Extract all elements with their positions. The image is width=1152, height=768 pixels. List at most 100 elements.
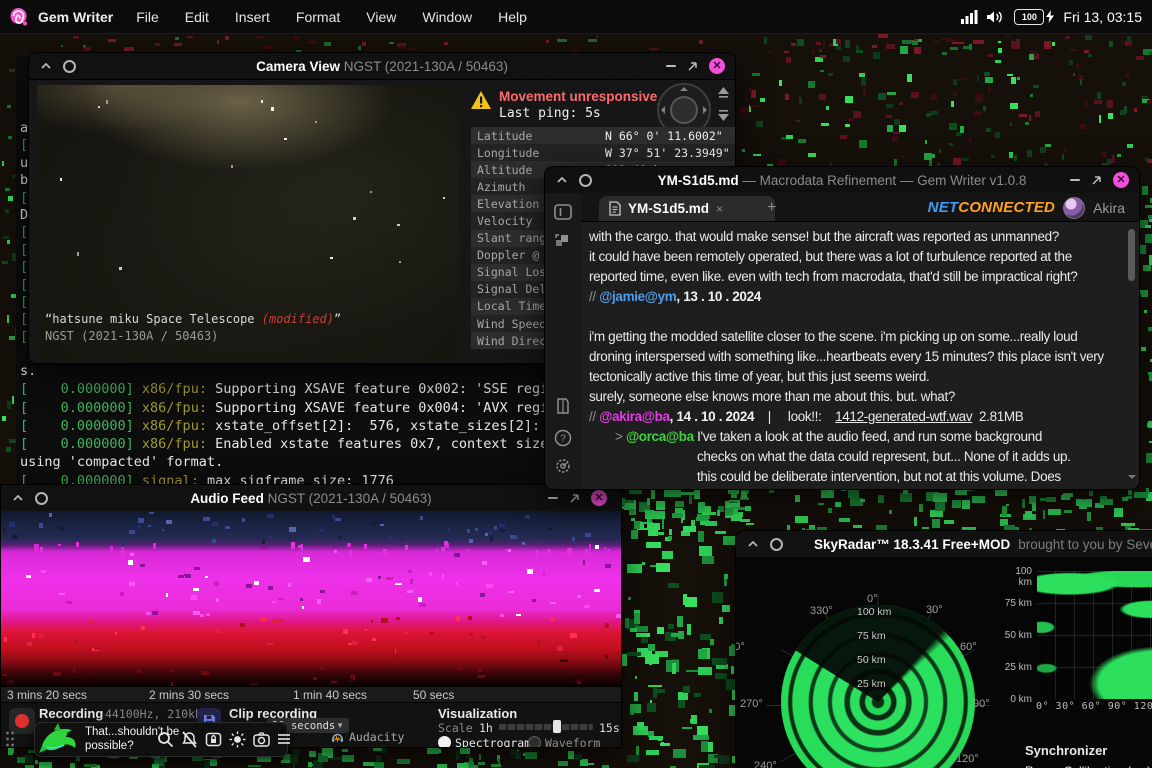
pages-icon[interactable] bbox=[554, 397, 572, 415]
new-tab-button[interactable]: + bbox=[767, 199, 776, 217]
shade-icon[interactable] bbox=[41, 63, 51, 69]
volume-icon[interactable] bbox=[987, 10, 1005, 24]
tab-ym-s1d5[interactable]: YM-S1d5.md × bbox=[599, 196, 775, 221]
radar-titlebar[interactable]: SkyRadar™ 18.3.41 Free+MODbrought to you… bbox=[736, 531, 1152, 558]
brightness-icon[interactable] bbox=[229, 731, 246, 748]
dpad-right-icon[interactable] bbox=[703, 106, 707, 114]
close-button[interactable]: ✕ bbox=[591, 490, 607, 506]
attachment-link[interactable]: 1412-generated-wtf.wav bbox=[835, 409, 972, 424]
slider-thumb[interactable] bbox=[553, 720, 561, 733]
bg-pixel bbox=[955, 489, 967, 494]
spectro-noise bbox=[405, 545, 408, 549]
menu-window[interactable]: Window bbox=[422, 9, 472, 25]
battery-indicator[interactable]: 100 bbox=[1014, 9, 1054, 25]
scrollbar[interactable] bbox=[1126, 223, 1137, 485]
spectrogram-radio[interactable] bbox=[438, 736, 451, 748]
minimize-button[interactable] bbox=[548, 497, 558, 499]
spectro-noise bbox=[589, 544, 591, 551]
waveform-radio[interactable] bbox=[528, 736, 541, 748]
drag-handle[interactable] bbox=[5, 730, 16, 748]
charging-bolt-icon bbox=[1046, 10, 1054, 23]
sidebar-toggle-icon[interactable] bbox=[554, 203, 572, 221]
spectro-noise bbox=[575, 679, 582, 682]
spectro-noise bbox=[90, 620, 93, 623]
menu-icon[interactable] bbox=[277, 732, 291, 746]
spectro-noise bbox=[170, 669, 174, 672]
text-segment: , 14 . 10 . 2024 bbox=[670, 409, 754, 424]
audacity-app-label[interactable]: Audacity bbox=[331, 730, 404, 744]
restore-button[interactable] bbox=[1091, 175, 1102, 186]
pin-icon[interactable] bbox=[35, 492, 48, 505]
menu-help[interactable]: Help bbox=[498, 9, 527, 25]
pin-icon[interactable] bbox=[63, 60, 76, 73]
settings-gear-icon[interactable] bbox=[554, 457, 572, 475]
spectro-noise bbox=[3, 674, 8, 676]
tab-close-icon[interactable]: × bbox=[716, 202, 723, 216]
spectro-noise bbox=[478, 675, 485, 678]
document-content[interactable]: with the cargo. that would make sense! b… bbox=[589, 227, 1125, 483]
menu-edit[interactable]: Edit bbox=[185, 9, 209, 25]
audio-titlebar[interactable]: Audio Feed NGST (2021-130A / 50463) ✕ bbox=[1, 485, 621, 512]
shade-icon[interactable] bbox=[557, 177, 567, 183]
terminal-edge-char: a bbox=[20, 120, 28, 137]
bg-pixel bbox=[398, 46, 406, 49]
bg-pixel bbox=[699, 40, 703, 43]
menu-insert[interactable]: Insert bbox=[235, 9, 270, 25]
dpad-up-icon[interactable] bbox=[680, 87, 688, 91]
spectro-noise bbox=[319, 529, 323, 532]
restore-button[interactable] bbox=[687, 61, 698, 72]
dpad-knob[interactable] bbox=[670, 96, 698, 124]
menu-view[interactable]: View bbox=[366, 9, 396, 25]
shade-icon[interactable] bbox=[13, 495, 23, 501]
scale-slider[interactable] bbox=[499, 724, 593, 730]
bg-pixel bbox=[460, 748, 470, 754]
range-calibration-label[interactable]: Range Callibration (cm) bbox=[1025, 764, 1151, 768]
zoom-in-button[interactable] bbox=[716, 85, 731, 100]
bg-pixel bbox=[689, 494, 692, 504]
spectro-noise bbox=[500, 529, 505, 532]
bg-pixel bbox=[749, 88, 752, 93]
shade-icon[interactable] bbox=[748, 541, 758, 547]
signal-icon[interactable] bbox=[961, 10, 978, 24]
merge-blocks-icon[interactable] bbox=[554, 231, 572, 249]
notifications-off-icon[interactable] bbox=[181, 731, 198, 748]
dpad-left-icon[interactable] bbox=[661, 106, 665, 114]
bg-pixel bbox=[649, 48, 659, 50]
pin-icon[interactable] bbox=[579, 174, 592, 187]
screen-lock-icon[interactable] bbox=[205, 731, 222, 748]
editor-titlebar[interactable]: YM-S1d5.md — Macrodata Refinement — Gem … bbox=[545, 167, 1139, 194]
scrollbar-thumb[interactable] bbox=[1128, 229, 1135, 281]
warning-text: Movement unresponsive bbox=[499, 89, 657, 104]
pin-icon[interactable] bbox=[770, 538, 783, 551]
bg-pixel bbox=[634, 692, 637, 702]
terminal-line: [ 0.000000] x86/fpu: Supporting XSAVE fe… bbox=[20, 399, 548, 417]
spectro-noise bbox=[110, 546, 113, 551]
text-segment: Supporting XSAVE feature 0x004: 'AVX reg… bbox=[215, 400, 548, 416]
camera-titlebar[interactable]: Camera View NGST (2021-130A / 50463) ✕ bbox=[29, 53, 735, 80]
close-button[interactable]: ✕ bbox=[1113, 172, 1129, 188]
timeline[interactable]: 3 mins 20 secs2 mins 30 secs1 min 40 sec… bbox=[1, 686, 621, 703]
waveform-option[interactable]: Waveform bbox=[545, 736, 600, 748]
minimize-button[interactable] bbox=[666, 65, 676, 67]
compass-label: 330° bbox=[810, 605, 833, 617]
spectro-noise bbox=[76, 542, 78, 547]
restore-button[interactable] bbox=[569, 493, 580, 504]
zoom-out-button[interactable] bbox=[716, 108, 731, 123]
close-button[interactable]: ✕ bbox=[709, 58, 725, 74]
help-icon[interactable]: ? bbox=[554, 429, 572, 447]
notification-toast[interactable]: That...shouldn't be possible? bbox=[34, 722, 288, 757]
spectrogram-option[interactable]: Spectrogram bbox=[455, 736, 531, 748]
document-line: droning interspersed with something like… bbox=[589, 347, 1125, 367]
menu-format[interactable]: Format bbox=[296, 9, 340, 25]
minimize-button[interactable] bbox=[1070, 179, 1080, 181]
scroll-down-icon[interactable] bbox=[1128, 475, 1136, 483]
bg-pixel bbox=[672, 513, 683, 518]
spectro-noise bbox=[27, 642, 33, 646]
camera-icon[interactable] bbox=[253, 731, 270, 748]
avatar[interactable] bbox=[1063, 197, 1085, 219]
range-ring-label: 100 km bbox=[857, 606, 891, 618]
search-icon[interactable] bbox=[157, 731, 174, 748]
menu-file[interactable]: File bbox=[136, 9, 159, 25]
spectro-noise bbox=[121, 550, 125, 558]
spectro-noise bbox=[302, 606, 304, 609]
